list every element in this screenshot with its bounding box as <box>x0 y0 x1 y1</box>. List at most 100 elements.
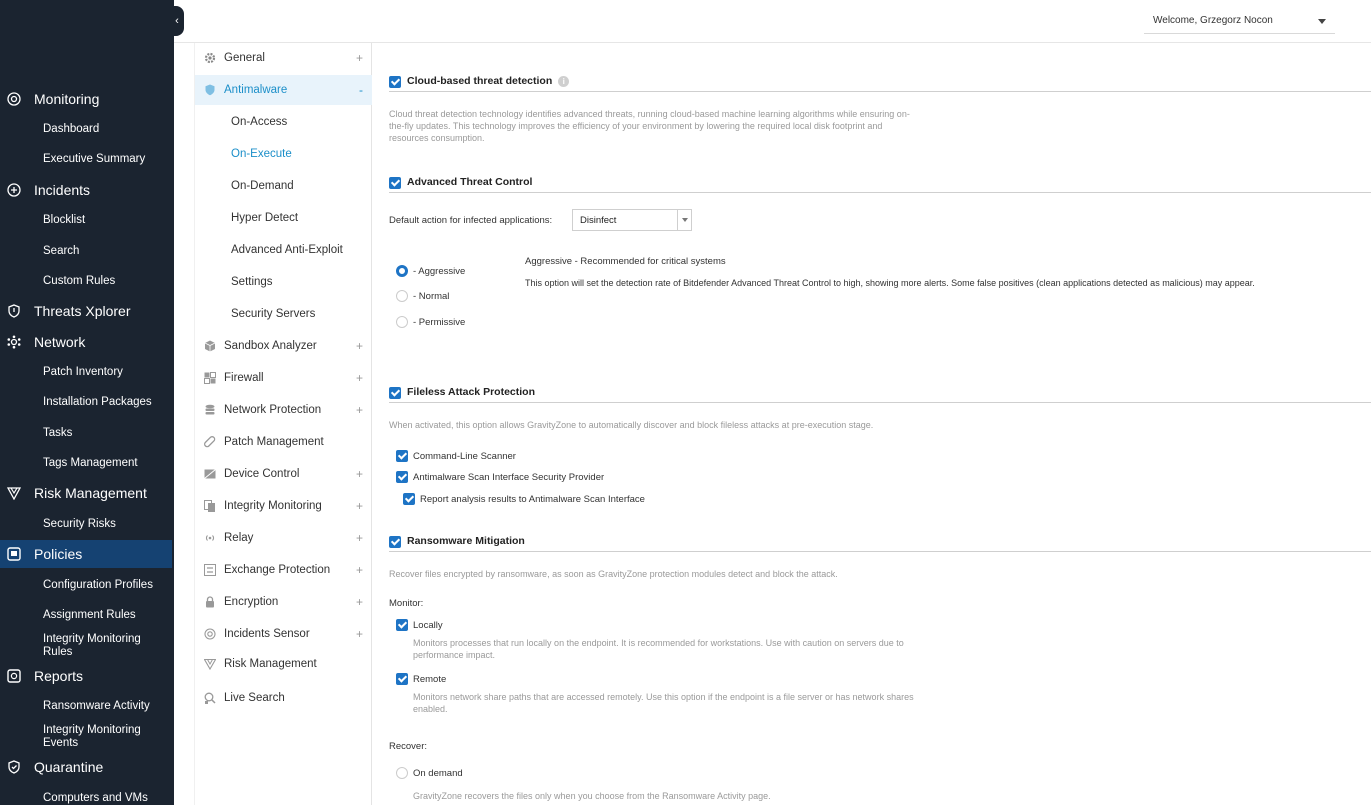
section-patch-management-label: Patch Management <box>224 436 324 448</box>
nav-security-risks[interactable]: Security Risks <box>43 518 168 531</box>
nav-configuration-profiles[interactable]: Configuration Profiles <box>43 579 168 592</box>
section-incidents-sensor[interactable]: Incidents Sensor + <box>195 619 372 649</box>
nav-blocklist[interactable]: Blocklist <box>43 214 168 227</box>
section-exchange-protection[interactable]: Exchange Protection + <box>195 555 372 585</box>
section-hyper-detect[interactable]: Hyper Detect <box>231 212 298 224</box>
lock-icon <box>206 596 214 608</box>
radio-normal[interactable] <box>396 290 408 302</box>
section-security-servers[interactable]: Security Servers <box>231 308 315 320</box>
nav-quarantine[interactable]: Quarantine <box>0 753 172 781</box>
chevron-down-icon <box>1318 19 1326 24</box>
nav-integrity-monitoring-events[interactable]: Integrity Monitoring Events <box>43 724 168 750</box>
nav-monitoring[interactable]: Monitoring <box>0 85 172 113</box>
nav-tags-management[interactable]: Tags Management <box>43 457 168 470</box>
nav-custom-rules[interactable]: Custom Rules <box>43 275 168 288</box>
locally-checkbox[interactable] <box>396 619 408 631</box>
section-patch-management[interactable]: Patch Management <box>195 427 372 457</box>
network-icon <box>7 335 21 349</box>
expand-icon[interactable]: + <box>356 499 363 513</box>
expand-icon[interactable]: + <box>356 563 363 577</box>
expand-icon[interactable]: + <box>356 403 363 417</box>
radio-aggressive[interactable] <box>396 265 408 277</box>
shield-icon <box>8 304 20 318</box>
nav-installation-packages[interactable]: Installation Packages <box>43 396 168 409</box>
expand-icon[interactable]: + <box>356 371 363 385</box>
section-on-execute[interactable]: On-Execute <box>231 148 292 160</box>
section-device-control[interactable]: Device Control + <box>195 459 372 489</box>
collapse-sidebar-button[interactable]: ‹ <box>170 6 184 36</box>
radio-aggressive-label[interactable]: - Aggressive <box>413 266 465 277</box>
nav-ransomware-activity[interactable]: Ransomware Activity <box>43 700 168 713</box>
cloud-threat-detection-checkbox[interactable] <box>389 76 401 88</box>
default-action-value: Disinfect <box>580 215 617 226</box>
section-settings[interactable]: Settings <box>231 276 273 288</box>
nav-policies[interactable]: Policies <box>0 540 172 568</box>
nav-reports[interactable]: Reports <box>0 662 172 690</box>
section-live-search[interactable]: Live Search <box>195 683 372 713</box>
atc-title: Advanced Threat Control <box>407 176 533 188</box>
nav-tasks[interactable]: Tasks <box>43 427 168 440</box>
info-icon[interactable]: i <box>558 75 570 87</box>
main-sidebar: Monitoring Dashboard Executive Summary I… <box>0 0 174 805</box>
section-advanced-anti-exploit[interactable]: Advanced Anti-Exploit <box>231 244 343 256</box>
report-amsi-label: Report analysis results to Antimalware S… <box>420 494 645 505</box>
radio-permissive-label[interactable]: - Permissive <box>413 317 465 328</box>
antimalware-shield-icon <box>205 84 215 96</box>
ransomware-title: Ransomware Mitigation <box>407 535 525 547</box>
on-demand-radio[interactable] <box>396 767 408 779</box>
nav-search[interactable]: Search <box>43 245 168 258</box>
section-firewall[interactable]: Firewall + <box>195 363 372 393</box>
nav-integrity-monitoring-rules[interactable]: Integrity Monitoring Rules <box>43 633 168 659</box>
section-general-label: General <box>224 52 265 64</box>
expand-icon[interactable]: + <box>356 595 363 609</box>
remote-checkbox[interactable] <box>396 673 408 685</box>
section-on-demand[interactable]: On-Demand <box>231 180 294 192</box>
default-action-select[interactable]: Disinfect <box>572 209 692 231</box>
section-general[interactable]: General + <box>195 43 372 73</box>
radio-permissive[interactable] <box>396 316 408 328</box>
section-network-protection[interactable]: Network Protection + <box>195 395 372 425</box>
section-encryption-label: Encryption <box>224 596 279 608</box>
cloud-threat-detection-header: Cloud-based threat detection i <box>389 72 1371 92</box>
gear-icon <box>204 52 216 64</box>
nav-monitoring-label: Monitoring <box>34 91 100 107</box>
cmd-scanner-checkbox[interactable] <box>396 450 408 462</box>
cmd-scanner-label: Command-Line Scanner <box>413 451 516 462</box>
fileless-checkbox[interactable] <box>389 387 401 399</box>
ransomware-checkbox[interactable] <box>389 536 401 548</box>
device-icon <box>204 469 216 479</box>
ransomware-description: Recover files encrypted by ransomware, a… <box>389 569 838 579</box>
expand-icon[interactable]: + <box>356 51 363 65</box>
on-demand-label[interactable]: On demand <box>413 768 463 779</box>
section-encryption[interactable]: Encryption + <box>195 587 372 617</box>
user-menu[interactable]: Welcome, Grzegorz Nocon <box>1144 8 1335 34</box>
expand-icon[interactable]: + <box>356 339 363 353</box>
nav-assignment-rules[interactable]: Assignment Rules <box>43 609 168 622</box>
atc-checkbox[interactable] <box>389 177 401 189</box>
collapse-icon[interactable]: - <box>359 83 363 97</box>
amsi-provider-checkbox[interactable] <box>396 471 408 483</box>
section-firewall-label: Firewall <box>224 372 264 384</box>
section-sandbox-analyzer[interactable]: Sandbox Analyzer + <box>195 331 372 361</box>
expand-icon[interactable]: + <box>356 467 363 481</box>
section-risk-management[interactable]: Risk Management <box>195 649 372 679</box>
expand-icon[interactable]: + <box>356 531 363 545</box>
nav-dashboard[interactable]: Dashboard <box>43 123 168 136</box>
nav-incidents[interactable]: Incidents <box>0 176 172 204</box>
section-integrity-monitoring[interactable]: Integrity Monitoring + <box>195 491 372 521</box>
expand-icon[interactable]: + <box>356 627 363 641</box>
nav-risk-management[interactable]: Risk Management <box>0 479 172 507</box>
section-relay[interactable]: Relay + <box>195 523 372 553</box>
section-on-access[interactable]: On-Access <box>231 116 287 128</box>
section-antimalware[interactable]: Antimalware - <box>195 75 372 105</box>
nav-executive-summary[interactable]: Executive Summary <box>43 153 168 166</box>
nav-patch-inventory[interactable]: Patch Inventory <box>43 366 168 379</box>
incidents-icon <box>7 183 21 197</box>
report-amsi-checkbox[interactable] <box>403 493 415 505</box>
nav-threats-xplorer[interactable]: Threats Xplorer <box>0 297 172 325</box>
nav-network[interactable]: Network <box>0 328 172 356</box>
nav-computers-and-vms[interactable]: Computers and VMs <box>43 792 168 805</box>
radio-normal-label[interactable]: - Normal <box>413 291 449 302</box>
remote-description: Monitors network share paths that are ac… <box>413 691 914 715</box>
locally-label: Locally <box>413 620 443 631</box>
